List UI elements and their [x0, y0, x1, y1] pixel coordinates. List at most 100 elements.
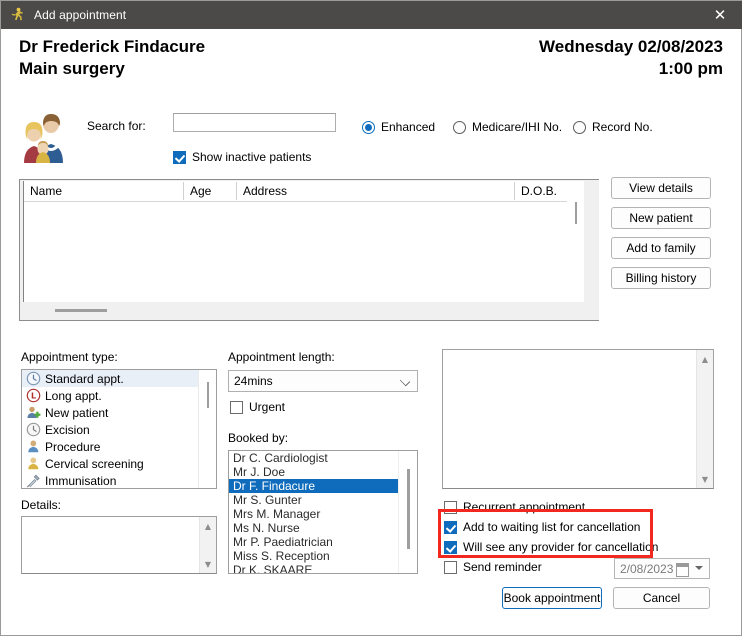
- clock-icon: [26, 371, 41, 386]
- bp-runner-icon: [9, 7, 25, 23]
- column-header-name[interactable]: Name: [30, 184, 62, 198]
- radio-medicare-icon: [453, 120, 466, 134]
- appointment-type-item-label: Standard appt.: [45, 371, 124, 386]
- grid-body: Name Age Address D.O.B.: [23, 181, 584, 303]
- appointment-type-item[interactable]: Standard appt.: [22, 370, 199, 387]
- column-divider: [514, 182, 515, 200]
- checkbox-icon: [173, 150, 186, 164]
- scroll-up-icon[interactable]: ▲: [697, 352, 713, 366]
- details-textarea[interactable]: ▲ ▼: [21, 516, 217, 574]
- grid-horizontal-scrollbar[interactable]: [23, 302, 597, 319]
- scrollbar-thumb[interactable]: [55, 309, 107, 312]
- details-scrollbar[interactable]: ▲ ▼: [199, 517, 216, 573]
- column-header-dob[interactable]: D.O.B.: [521, 184, 557, 198]
- appointment-type-item-label: Immunisation: [45, 473, 117, 488]
- radio-record-no[interactable]: Record No.: [573, 120, 653, 134]
- new-patient-button[interactable]: New patient: [611, 207, 711, 229]
- appointment-type-item-label: Long appt.: [45, 388, 102, 403]
- provider-name: Dr Frederick Findacure: [19, 37, 206, 56]
- appointment-type-item[interactable]: Excision: [22, 421, 199, 438]
- appointment-type-scrollbar[interactable]: [198, 370, 216, 488]
- checkbox-icon: [444, 520, 457, 534]
- list-item[interactable]: Mr S. Gunter: [229, 493, 399, 507]
- appointment-type-item[interactable]: Procedure: [22, 438, 199, 455]
- urgent-checkbox[interactable]: Urgent: [230, 400, 285, 414]
- notes-scrollbar[interactable]: ▲ ▼: [696, 350, 713, 488]
- list-item[interactable]: Ms N. Nurse: [229, 521, 399, 535]
- booked-by-list[interactable]: Dr C. Cardiologist Mr J. Doe Dr F. Finda…: [228, 450, 418, 574]
- appointment-type-item-label: Cervical screening: [45, 456, 144, 471]
- column-divider: [183, 182, 184, 200]
- details-label: Details:: [21, 498, 62, 512]
- user-add-icon: [26, 405, 41, 420]
- appointment-type-item-label: New patient: [45, 405, 109, 420]
- checkbox-icon: [230, 400, 243, 414]
- booked-by-label: Booked by:: [228, 431, 289, 445]
- appointment-length-value: 24mins: [234, 374, 273, 388]
- urgent-label: Urgent: [249, 400, 286, 414]
- header-datetime-block: Wednesday 02/08/2023 1:00 pm: [539, 36, 723, 80]
- billing-history-button[interactable]: Billing history: [611, 267, 711, 289]
- appointment-type-label: Appointment type:: [21, 350, 118, 364]
- appointment-type-item[interactable]: L Long appt.: [22, 387, 199, 404]
- notes-textarea[interactable]: ▲ ▼: [442, 349, 714, 489]
- any-provider-checkbox[interactable]: Will see any provider for cancellation: [444, 540, 658, 554]
- list-item-selected[interactable]: Dr F. Findacure: [229, 479, 399, 493]
- radio-record-no-label: Record No.: [592, 120, 653, 134]
- scrollbar-thumb[interactable]: [407, 469, 410, 549]
- search-input[interactable]: [173, 113, 336, 132]
- syringe-icon: [26, 473, 41, 488]
- radio-enhanced[interactable]: Enhanced: [362, 120, 435, 134]
- grid-vertical-scrollbar[interactable]: [567, 182, 584, 303]
- list-item[interactable]: Dr C. Cardiologist: [229, 451, 399, 465]
- clock-long-icon: L: [26, 388, 41, 403]
- appointment-type-item[interactable]: Immunisation: [22, 472, 199, 488]
- view-details-button[interactable]: View details: [611, 177, 711, 199]
- search-label: Search for:: [87, 119, 146, 133]
- scroll-down-icon[interactable]: ▼: [697, 472, 713, 486]
- column-header-age[interactable]: Age: [190, 184, 211, 198]
- radio-enhanced-icon: [362, 120, 375, 134]
- calendar-icon[interactable]: [676, 563, 689, 577]
- add-appointment-window: Add appointment ✕ Dr Frederick Findacure…: [0, 0, 742, 636]
- list-item[interactable]: Miss S. Reception: [229, 549, 399, 563]
- add-to-family-button[interactable]: Add to family: [611, 237, 711, 259]
- list-item[interactable]: Mrs M. Manager: [229, 507, 399, 521]
- waiting-list-checkbox[interactable]: Add to waiting list for cancellation: [444, 520, 640, 534]
- show-inactive-patients-checkbox[interactable]: Show inactive patients: [173, 150, 311, 164]
- appointment-type-item[interactable]: Cervical screening: [22, 455, 199, 472]
- send-reminder-checkbox[interactable]: Send reminder: [444, 560, 542, 574]
- radio-medicare[interactable]: Medicare/IHI No.: [453, 120, 562, 134]
- chevron-down-icon[interactable]: [695, 566, 703, 570]
- cancel-button[interactable]: Cancel: [613, 587, 710, 609]
- radio-enhanced-label: Enhanced: [381, 120, 436, 134]
- chevron-down-icon: [399, 375, 411, 387]
- appointment-type-list[interactable]: Standard appt. L Long appt. New patient …: [21, 369, 217, 489]
- family-icon: [19, 111, 73, 165]
- recurrent-appointment-label: Recurrent appointment: [463, 500, 586, 514]
- title-bar: Add appointment ✕: [1, 1, 742, 29]
- book-appointment-button[interactable]: Book appointment: [502, 587, 602, 609]
- booked-by-scrollbar[interactable]: [398, 451, 417, 573]
- appointment-length-select[interactable]: 24mins: [228, 370, 418, 392]
- scroll-down-icon[interactable]: ▼: [200, 557, 216, 571]
- scroll-up-icon[interactable]: ▲: [200, 519, 216, 533]
- list-item[interactable]: Dr K. SKAARE: [229, 563, 399, 573]
- close-icon[interactable]: ✕: [697, 1, 742, 29]
- recurrent-appointment-checkbox[interactable]: Recurrent appointment: [444, 500, 585, 514]
- appointment-length-label: Appointment length:: [228, 350, 335, 364]
- patient-results-grid[interactable]: Name Age Address D.O.B.: [19, 179, 599, 321]
- appointment-type-item-label: Excision: [45, 422, 90, 437]
- scrollbar-thumb[interactable]: [575, 202, 577, 224]
- checkbox-icon: [444, 500, 457, 514]
- radio-record-no-icon: [573, 120, 586, 134]
- scrollbar-thumb[interactable]: [207, 382, 209, 408]
- appointment-type-item-label: Procedure: [45, 439, 101, 454]
- reminder-date-field[interactable]: 2/08/2023: [614, 558, 710, 579]
- column-divider: [236, 182, 237, 200]
- list-item[interactable]: Mr P. Paediatrician: [229, 535, 399, 549]
- column-header-address[interactable]: Address: [243, 184, 287, 198]
- appointment-type-item[interactable]: New patient: [22, 404, 199, 421]
- list-item[interactable]: Mr J. Doe: [229, 465, 399, 479]
- checkbox-icon: [444, 560, 457, 574]
